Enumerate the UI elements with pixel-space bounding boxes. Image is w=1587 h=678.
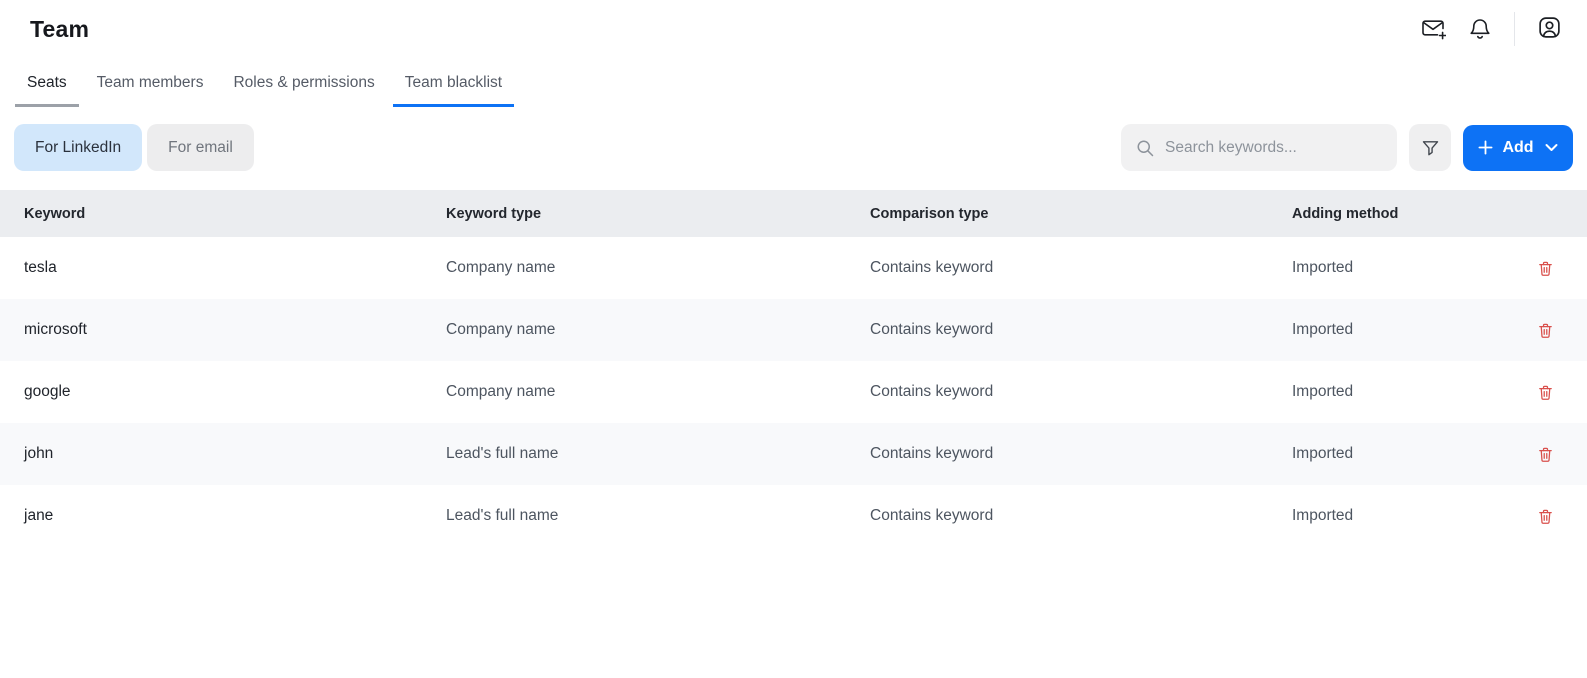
cell-comparison-type: Contains keyword [870,259,1292,277]
search-box [1121,124,1397,171]
delete-button[interactable] [1537,322,1554,339]
delete-button[interactable] [1537,384,1554,401]
cell-keyword: tesla [24,259,446,277]
funnel-icon [1420,137,1441,158]
blacklist-table: Keyword Keyword type Comparison type Add… [0,190,1587,547]
invite-mail-button[interactable] [1420,15,1446,44]
filter-for-linkedin[interactable]: For LinkedIn [14,124,142,171]
table-row: tesla Company name Contains keyword Impo… [0,237,1587,299]
add-button-label: Add [1502,139,1533,157]
topbar-divider [1514,12,1515,46]
tab-seats[interactable]: Seats [15,64,79,107]
filter-for-email[interactable]: For email [147,124,254,171]
filter-button[interactable] [1409,124,1451,171]
table-row: jane Lead's full name Contains keyword I… [0,485,1587,547]
cell-adding-method: Imported [1292,507,1515,525]
col-keyword-type: Keyword type [446,206,870,222]
cell-keyword: google [24,383,446,401]
cell-keyword-type: Lead's full name [446,445,870,463]
cell-comparison-type: Contains keyword [870,507,1292,525]
bell-icon [1468,16,1492,43]
chevron-down-icon [1545,143,1558,152]
trash-icon [1537,322,1554,339]
toolbar-actions: Add [1121,124,1573,171]
cell-comparison-type: Contains keyword [870,445,1292,463]
tab-team-members[interactable]: Team members [85,64,216,107]
cell-comparison-type: Contains keyword [870,383,1292,401]
plus-icon [1478,140,1493,155]
delete-button[interactable] [1537,508,1554,525]
cell-adding-method: Imported [1292,383,1515,401]
page-title: Team [30,16,89,43]
cell-adding-method: Imported [1292,445,1515,463]
blacklist-toolbar: For LinkedIn For email [14,124,1573,171]
cell-comparison-type: Contains keyword [870,321,1292,339]
add-button[interactable]: Add [1463,125,1573,171]
cell-keyword-type: Company name [446,321,870,339]
cell-adding-method: Imported [1292,321,1515,339]
tab-roles-permissions[interactable]: Roles & permissions [221,64,386,107]
trash-icon [1537,508,1554,525]
cell-keyword: john [24,445,446,463]
mail-plus-icon [1420,15,1446,44]
search-input[interactable] [1165,139,1383,157]
table-header: Keyword Keyword type Comparison type Add… [0,190,1587,237]
table-row: google Company name Contains keyword Imp… [0,361,1587,423]
tab-team-blacklist[interactable]: Team blacklist [393,64,514,107]
cell-keyword-type: Company name [446,383,870,401]
notifications-button[interactable] [1468,16,1492,43]
table-row: john Lead's full name Contains keyword I… [0,423,1587,485]
blacklist-type-filters: For LinkedIn For email [14,124,254,171]
topbar-actions [1420,12,1562,46]
account-button[interactable] [1537,15,1562,43]
col-adding-method: Adding method [1292,206,1515,222]
cell-keyword-type: Company name [446,259,870,277]
col-comparison-type: Comparison type [870,206,1292,222]
trash-icon [1537,260,1554,277]
col-keyword: Keyword [24,206,446,222]
user-avatar-icon [1537,15,1562,43]
table-row: microsoft Company name Contains keyword … [0,299,1587,361]
team-tabs: Seats Team members Roles & permissions T… [0,64,1587,107]
delete-button[interactable] [1537,446,1554,463]
cell-keyword-type: Lead's full name [446,507,870,525]
cell-keyword: microsoft [24,321,446,339]
cell-adding-method: Imported [1292,259,1515,277]
trash-icon [1537,446,1554,463]
cell-keyword: jane [24,507,446,525]
delete-button[interactable] [1537,260,1554,277]
trash-icon [1537,384,1554,401]
topbar: Team [0,0,1587,52]
search-icon [1135,138,1155,158]
